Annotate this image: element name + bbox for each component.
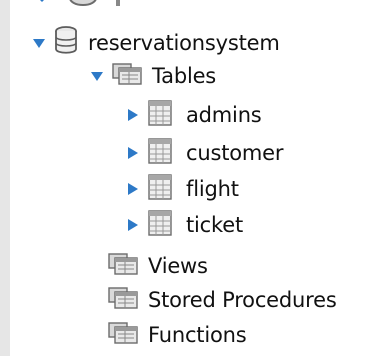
schema-tree: reservationsystem Tables admins customer… [0, 0, 380, 356]
tree-node-stored-procedures[interactable]: Stored Procedures [108, 283, 337, 317]
table-icon [148, 100, 172, 130]
table-icon [148, 138, 172, 168]
table-label: ticket [186, 213, 243, 237]
tree-left-rail [0, 0, 10, 356]
clipped-tree-row [28, 0, 148, 10]
views-label: Views [148, 254, 208, 278]
tree-node-table[interactable]: ticket [124, 208, 243, 242]
tree-node-table[interactable]: admins [124, 98, 262, 132]
table-label: flight [186, 177, 239, 201]
table-icon [148, 210, 172, 240]
expand-arrow-right-icon[interactable] [124, 180, 142, 198]
database-label: reservationsystem [88, 31, 280, 55]
folder-icon [108, 321, 140, 349]
table-icon [148, 174, 172, 204]
tree-node-tables[interactable]: Tables [88, 59, 216, 93]
tree-node-table[interactable]: customer [124, 136, 283, 170]
folder-icon [108, 286, 140, 314]
folder-icon [112, 62, 144, 90]
expand-arrow-down-icon[interactable] [30, 34, 48, 52]
tables-label: Tables [152, 64, 217, 88]
tree-node-database[interactable]: reservationsystem [30, 26, 280, 60]
expand-arrow-right-icon[interactable] [124, 144, 142, 162]
stored-procedures-label: Stored Procedures [148, 288, 337, 312]
tree-node-functions[interactable]: Functions [108, 318, 247, 352]
functions-label: Functions [148, 323, 247, 347]
expand-arrow-down-icon[interactable] [88, 67, 106, 85]
table-label: admins [186, 103, 262, 127]
tree-node-table[interactable]: flight [124, 172, 239, 206]
tree-node-views[interactable]: Views [108, 249, 208, 283]
folder-icon [108, 252, 140, 280]
table-label: customer [186, 141, 284, 165]
expand-arrow-right-icon[interactable] [124, 106, 142, 124]
database-icon [54, 26, 78, 60]
expand-arrow-right-icon[interactable] [124, 216, 142, 234]
